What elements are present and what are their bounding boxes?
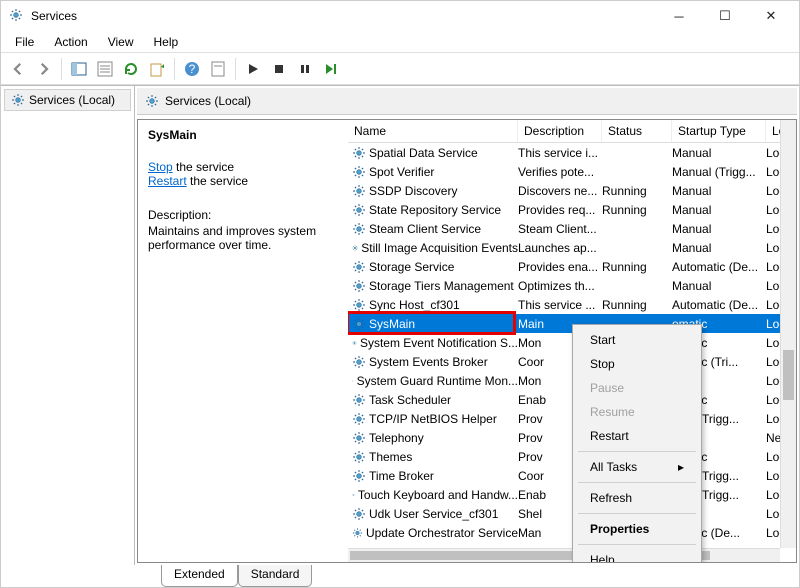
- menu-item-start[interactable]: Start: [576, 328, 698, 352]
- service-row[interactable]: Still Image Acquisition EventsLaunches a…: [348, 238, 796, 257]
- close-button[interactable]: ✕: [757, 6, 785, 26]
- menu-separator: [578, 451, 696, 452]
- svg-text:?: ?: [189, 62, 196, 76]
- minimize-button[interactable]: ─: [665, 6, 693, 26]
- tabs: Extended Standard: [1, 565, 799, 587]
- menu-separator: [578, 544, 696, 545]
- stop-link[interactable]: Stop: [148, 160, 173, 174]
- list-header: Name Description Status Startup Type Log: [348, 120, 796, 143]
- context-menu: StartStopPauseResumeRestart All Tasks▸ Ref…: [572, 324, 702, 562]
- service-row[interactable]: Storage ServiceProvides ena...RunningAut…: [348, 257, 796, 276]
- maximize-button[interactable]: ☐: [711, 6, 739, 26]
- col-status[interactable]: Status: [602, 120, 672, 142]
- col-name[interactable]: Name: [348, 120, 518, 142]
- toolbar: ?: [1, 53, 799, 85]
- tab-extended[interactable]: Extended: [161, 565, 238, 587]
- description-label: Description:: [148, 208, 338, 222]
- help-button[interactable]: ?: [181, 58, 203, 80]
- menu-item-help[interactable]: Help: [576, 548, 698, 562]
- stop-service-button[interactable]: [268, 58, 290, 80]
- menu-action[interactable]: Action: [46, 33, 95, 51]
- menu-item-resume: Resume: [576, 400, 698, 424]
- menu-item-all-tasks[interactable]: All Tasks▸: [576, 455, 698, 479]
- titlebar: Services ─ ☐ ✕: [1, 1, 799, 31]
- services-list: Name Description Status Startup Type Log…: [348, 120, 796, 562]
- tree-label: Services (Local): [29, 93, 115, 107]
- menu-item-properties[interactable]: Properties: [576, 517, 698, 541]
- description-text: Maintains and improves system performanc…: [148, 224, 338, 252]
- right-header: Services (Local): [137, 88, 797, 115]
- service-row[interactable]: Sync Host_cf301This service ...RunningAu…: [348, 295, 796, 314]
- menubar: File Action View Help: [1, 31, 799, 53]
- menu-file[interactable]: File: [7, 33, 42, 51]
- export-button[interactable]: [146, 58, 168, 80]
- service-row[interactable]: SSDP DiscoveryDiscovers ne...RunningManu…: [348, 181, 796, 200]
- menu-separator: [578, 482, 696, 483]
- col-description[interactable]: Description: [518, 120, 602, 142]
- help-index-button[interactable]: [207, 58, 229, 80]
- window-title: Services: [31, 9, 665, 23]
- right-header-label: Services (Local): [165, 94, 251, 108]
- vertical-scrollbar[interactable]: [780, 120, 796, 548]
- tree-services-local[interactable]: Services (Local): [4, 89, 131, 111]
- detail-pane: SysMain Stop the service Restart the ser…: [138, 120, 348, 562]
- menu-item-restart[interactable]: Restart: [576, 424, 698, 448]
- menu-item-pause: Pause: [576, 376, 698, 400]
- service-row[interactable]: Spatial Data ServiceThis service i...Man…: [348, 143, 796, 162]
- menu-view[interactable]: View: [100, 33, 142, 51]
- start-service-button[interactable]: [242, 58, 264, 80]
- refresh-button[interactable]: [120, 58, 142, 80]
- tab-standard[interactable]: Standard: [238, 565, 313, 587]
- services-icon: [9, 8, 25, 24]
- service-row[interactable]: Steam Client ServiceSteam Client...Manua…: [348, 219, 796, 238]
- left-pane: Services (Local): [1, 86, 135, 565]
- back-button[interactable]: [7, 58, 29, 80]
- menu-separator: [578, 513, 696, 514]
- service-row[interactable]: State Repository ServiceProvides req...R…: [348, 200, 796, 219]
- forward-button[interactable]: [33, 58, 55, 80]
- restart-link[interactable]: Restart: [148, 174, 187, 188]
- service-row[interactable]: Storage Tiers ManagementOptimizes th...M…: [348, 276, 796, 295]
- menu-item-refresh[interactable]: Refresh: [576, 486, 698, 510]
- pause-service-button[interactable]: [294, 58, 316, 80]
- show-hide-button[interactable]: [68, 58, 90, 80]
- menu-help[interactable]: Help: [146, 33, 187, 51]
- menu-item-stop[interactable]: Stop: [576, 352, 698, 376]
- restart-service-button[interactable]: [320, 58, 342, 80]
- col-startup[interactable]: Startup Type: [672, 120, 766, 142]
- properties-button[interactable]: [94, 58, 116, 80]
- service-row[interactable]: Spot VerifierVerifies pote...Manual (Tri…: [348, 162, 796, 181]
- horizontal-scrollbar[interactable]: [348, 548, 780, 562]
- selected-service-name: SysMain: [148, 128, 338, 142]
